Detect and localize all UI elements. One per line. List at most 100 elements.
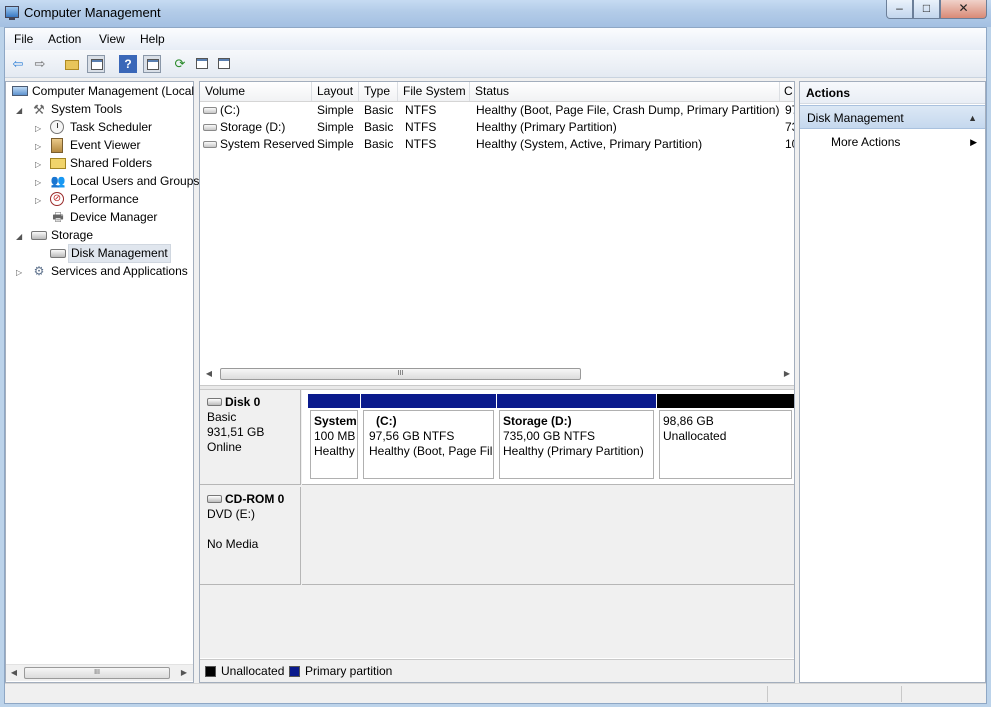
- users-icon: 👥: [50, 174, 66, 188]
- tree-item-local-users-and-groups[interactable]: ▷ 👥 Local Users and Groups: [35, 173, 199, 191]
- close-icon: ✕: [958, 1, 969, 15]
- export-list-icon[interactable]: [215, 55, 233, 73]
- status-bar: [5, 683, 986, 703]
- column-header-file-system[interactable]: File System: [398, 82, 470, 101]
- scroll-thumb[interactable]: III: [24, 667, 170, 679]
- event-log-icon: [51, 138, 63, 153]
- status-divider: [901, 686, 902, 702]
- properties-icon[interactable]: [193, 55, 211, 73]
- performance-icon: ⊘: [50, 192, 64, 206]
- cdrom-icon: [207, 495, 222, 503]
- expand-arrow-icon[interactable]: ▷: [35, 174, 45, 191]
- hard-disk-icon: [207, 398, 222, 406]
- volume-row[interactable]: Storage (D:) Simple Basic NTFS Healthy (…: [200, 119, 794, 136]
- column-header-capacity[interactable]: C: [780, 82, 794, 101]
- scroll-right-icon[interactable]: ▶: [178, 667, 190, 679]
- maximize-button[interactable]: □: [913, 0, 940, 19]
- maximize-icon: □: [922, 1, 931, 15]
- collapse-arrow-icon[interactable]: ◢: [16, 102, 26, 119]
- tree-item-shared-folders[interactable]: ▷ Shared Folders: [35, 155, 195, 173]
- partition-bar: [657, 394, 794, 408]
- tree-item-task-scheduler[interactable]: ▷ Task Scheduler: [35, 119, 195, 137]
- tree-horizontal-scrollbar[interactable]: ◀ III ▶: [6, 664, 193, 681]
- volume-list-horizontal-scrollbar[interactable]: ◀ III ▶: [200, 366, 794, 383]
- partition-bar: [308, 394, 360, 408]
- expand-arrow-icon[interactable]: ▷: [35, 138, 45, 155]
- disk-0-partitions: System 100 MB Healthy (C:) 97,56 GB NTFS Hea…: [302, 390, 794, 485]
- actions-header: Actions: [800, 82, 985, 104]
- minimize-button[interactable]: ‒: [886, 0, 913, 19]
- column-header-layout[interactable]: Layout: [312, 82, 359, 101]
- tree-item-event-viewer[interactable]: ▷ Event Viewer: [35, 137, 195, 155]
- status-divider: [767, 686, 768, 702]
- forward-arrow-icon[interactable]: ⇨: [31, 55, 49, 73]
- expand-arrow-icon[interactable]: ▷: [16, 264, 26, 281]
- refresh-icon[interactable]: ⟳: [171, 55, 189, 73]
- menu-help[interactable]: Help: [140, 32, 165, 46]
- column-header-volume[interactable]: Volume: [200, 82, 312, 101]
- menu-file[interactable]: File: [14, 32, 33, 46]
- title-bar: Computer Management: [0, 0, 991, 27]
- legend-primary-label: Primary partition: [305, 664, 393, 678]
- partition-system-reserved[interactable]: System 100 MB Healthy: [308, 394, 360, 480]
- actions-section-disk-management[interactable]: Disk Management ▲: [800, 105, 985, 129]
- tree-item-storage[interactable]: ◢ Storage: [16, 227, 194, 245]
- tree-item-disk-management[interactable]: Disk Management: [35, 244, 195, 263]
- disk-0-label[interactable]: Disk 0 Basic 931,51 GB Online: [200, 390, 301, 485]
- partition-storage-d[interactable]: Storage (D:) 735,00 GB NTFS Healthy (Prima…: [497, 394, 656, 480]
- tree-item-performance[interactable]: ▷ ⊘ Performance: [35, 191, 195, 209]
- collapse-up-icon[interactable]: ▲: [968, 106, 977, 130]
- expand-arrow-icon[interactable]: ▷: [35, 192, 45, 209]
- column-header-type[interactable]: Type: [359, 82, 398, 101]
- up-folder-icon[interactable]: [63, 55, 81, 73]
- cdrom-0-media-area: [302, 487, 794, 585]
- disk-graphical-view: Disk 0 Basic 931,51 GB Online System 100 …: [200, 390, 794, 658]
- computer-management-app-icon: [5, 6, 19, 20]
- legend-primary-swatch: [289, 666, 300, 677]
- scroll-thumb[interactable]: III: [220, 368, 581, 380]
- column-header-status[interactable]: Status: [470, 82, 780, 101]
- show-console-tree-icon[interactable]: [87, 55, 105, 73]
- collapse-arrow-icon[interactable]: ◢: [16, 228, 26, 245]
- tree-item-services-and-applications[interactable]: ▷ ⚙ Services and Applications: [16, 263, 194, 281]
- more-actions-item[interactable]: More Actions ▶: [800, 132, 985, 152]
- close-button[interactable]: ✕: [940, 0, 987, 19]
- expand-arrow-icon[interactable]: ▷: [35, 156, 45, 173]
- tree-item-computer-management[interactable]: Computer Management (Local: [8, 83, 194, 101]
- menu-view[interactable]: View: [99, 32, 125, 46]
- toolbar: ⇦ ⇨ ? ⟳: [5, 50, 986, 78]
- volume-row[interactable]: (C:) Simple Basic NTFS Healthy (Boot, Pa…: [200, 102, 794, 119]
- menu-bar: File Action View Help: [5, 28, 986, 50]
- volume-list-header: Volume Layout Type File System Status C: [200, 82, 794, 102]
- cdrom-0-label[interactable]: CD-ROM 0 DVD (E:) No Media: [200, 487, 301, 585]
- shared-folder-icon: [50, 158, 66, 169]
- back-arrow-icon[interactable]: ⇦: [9, 55, 27, 73]
- menu-action[interactable]: Action: [48, 32, 81, 46]
- submenu-arrow-icon: ▶: [970, 137, 977, 147]
- tree-item-device-manager[interactable]: 🖶 Device Manager: [35, 209, 195, 227]
- tools-icon: ⚒: [33, 102, 45, 117]
- partition-c[interactable]: (C:) 97,56 GB NTFS Healthy (Boot, Page Fil: [361, 394, 496, 480]
- console-tree: Computer Management (Local ◢ ⚒ System To…: [5, 81, 199, 683]
- scroll-left-icon[interactable]: ◀: [8, 667, 20, 679]
- device-manager-icon: 🖶: [52, 210, 64, 224]
- disk-management-icon: [50, 249, 66, 258]
- drive-icon: [203, 141, 217, 148]
- partition-bar: [497, 394, 656, 408]
- storage-icon: [31, 231, 47, 240]
- tree-item-system-tools[interactable]: ◢ ⚒ System Tools: [16, 101, 194, 119]
- expand-arrow-icon[interactable]: ▷: [35, 120, 45, 137]
- legend-unallocated-swatch: [205, 666, 216, 677]
- drive-icon: [203, 124, 217, 131]
- show-action-pane-icon[interactable]: [143, 55, 161, 73]
- drive-icon: [203, 107, 217, 114]
- window-client-area: File Action View Help ⇦ ⇨ ? ⟳ Computer M…: [4, 27, 987, 704]
- volume-row[interactable]: System Reserved Simple Basic NTFS Health…: [200, 136, 794, 153]
- actions-pane: Actions Disk Management ▲ More Actions ▶: [799, 81, 986, 683]
- disk-management-pane: Volume Layout Type File System Status C …: [199, 81, 795, 683]
- partition-unallocated[interactable]: 98,86 GB Unallocated: [657, 394, 794, 480]
- legend-unallocated-label: Unallocated: [221, 664, 285, 678]
- scroll-right-icon[interactable]: ▶: [781, 368, 793, 380]
- help-icon[interactable]: ?: [119, 55, 137, 73]
- scroll-left-icon[interactable]: ◀: [203, 368, 215, 380]
